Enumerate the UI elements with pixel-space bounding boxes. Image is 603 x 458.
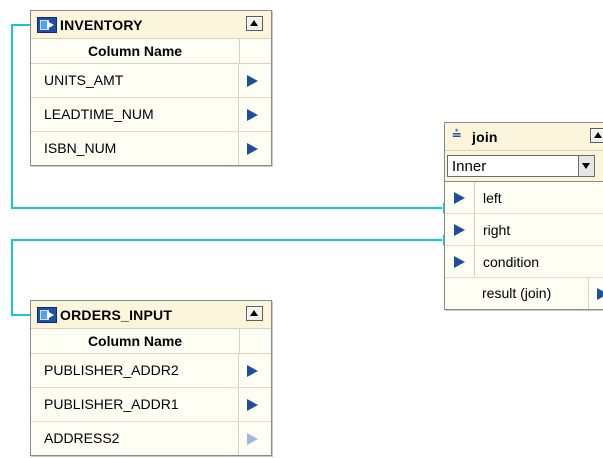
orders-input-operator[interactable]: ORDERS_INPUT Column Name PUBLISHER_ADDR2…	[30, 300, 272, 456]
attribute-name: LEADTIME_NUM	[31, 98, 239, 131]
column-name-header: Column Name	[31, 39, 240, 63]
attribute-name: PUBLISHER_ADDR2	[31, 354, 239, 387]
output-port-icon[interactable]	[247, 432, 258, 445]
collapse-button[interactable]	[246, 16, 263, 31]
attribute-name: PUBLISHER_ADDR1	[31, 388, 239, 421]
attribute-row-leadtime-num[interactable]: LEADTIME_NUM	[31, 98, 271, 132]
join-input-left[interactable]: left	[445, 182, 603, 214]
join-title-bar[interactable]: join	[445, 123, 603, 151]
join-type-select[interactable]: Inner	[447, 155, 595, 177]
output-port-icon[interactable]	[247, 398, 258, 411]
attribute-row-publisher-addr1[interactable]: PUBLISHER_ADDR1	[31, 388, 271, 422]
input-port-icon[interactable]	[454, 255, 465, 268]
join-name: join	[472, 128, 498, 145]
output-port-icon[interactable]	[597, 287, 603, 300]
attribute-name: ADDRESS2	[31, 422, 239, 455]
attribute-name: ISBN_NUM	[31, 132, 239, 165]
input-label: condition	[483, 253, 540, 270]
output-port-icon[interactable]	[247, 74, 258, 87]
input-port-icon[interactable]	[454, 223, 465, 236]
column-name-header: Column Name	[31, 329, 240, 353]
table-icon	[37, 16, 57, 33]
join-operator[interactable]: join Inner left right condition result (…	[444, 122, 603, 310]
orders-input-title-bar[interactable]: ORDERS_INPUT	[31, 301, 271, 329]
output-label: result (join)	[474, 278, 589, 309]
inventory-title-bar[interactable]: INVENTORY	[31, 11, 271, 39]
inventory-operator[interactable]: INVENTORY Column Name UNITS_AMT LEADTIME…	[30, 10, 272, 166]
attribute-row-isbn-num[interactable]: ISBN_NUM	[31, 132, 271, 165]
orders-input-name: ORDERS_INPUT	[60, 306, 173, 323]
attribute-row-address2[interactable]: ADDRESS2	[31, 422, 271, 455]
attribute-name: UNITS_AMT	[31, 64, 239, 97]
join-type-row: Inner	[445, 151, 603, 182]
output-port-icon[interactable]	[247, 142, 258, 155]
table-icon	[37, 306, 57, 323]
join-output-result[interactable]: result (join)	[445, 278, 603, 309]
attribute-row-units-amt[interactable]: UNITS_AMT	[31, 64, 271, 98]
inventory-name: INVENTORY	[60, 16, 143, 33]
join-icon	[452, 126, 468, 146]
input-label: left	[483, 189, 502, 206]
input-port-icon[interactable]	[454, 191, 465, 204]
join-input-right[interactable]: right	[445, 214, 603, 246]
column-header: Column Name	[31, 39, 271, 64]
join-type-value: Inner	[452, 157, 487, 175]
input-label: right	[483, 221, 511, 238]
chevron-down-icon[interactable]	[578, 156, 594, 176]
join-input-condition[interactable]: condition	[445, 246, 603, 278]
collapse-button[interactable]	[246, 306, 263, 321]
collapse-button[interactable]	[590, 128, 603, 143]
output-port-icon[interactable]	[247, 108, 258, 121]
output-port-icon[interactable]	[247, 364, 258, 377]
column-header: Column Name	[31, 329, 271, 354]
attribute-row-publisher-addr2[interactable]: PUBLISHER_ADDR2	[31, 354, 271, 388]
